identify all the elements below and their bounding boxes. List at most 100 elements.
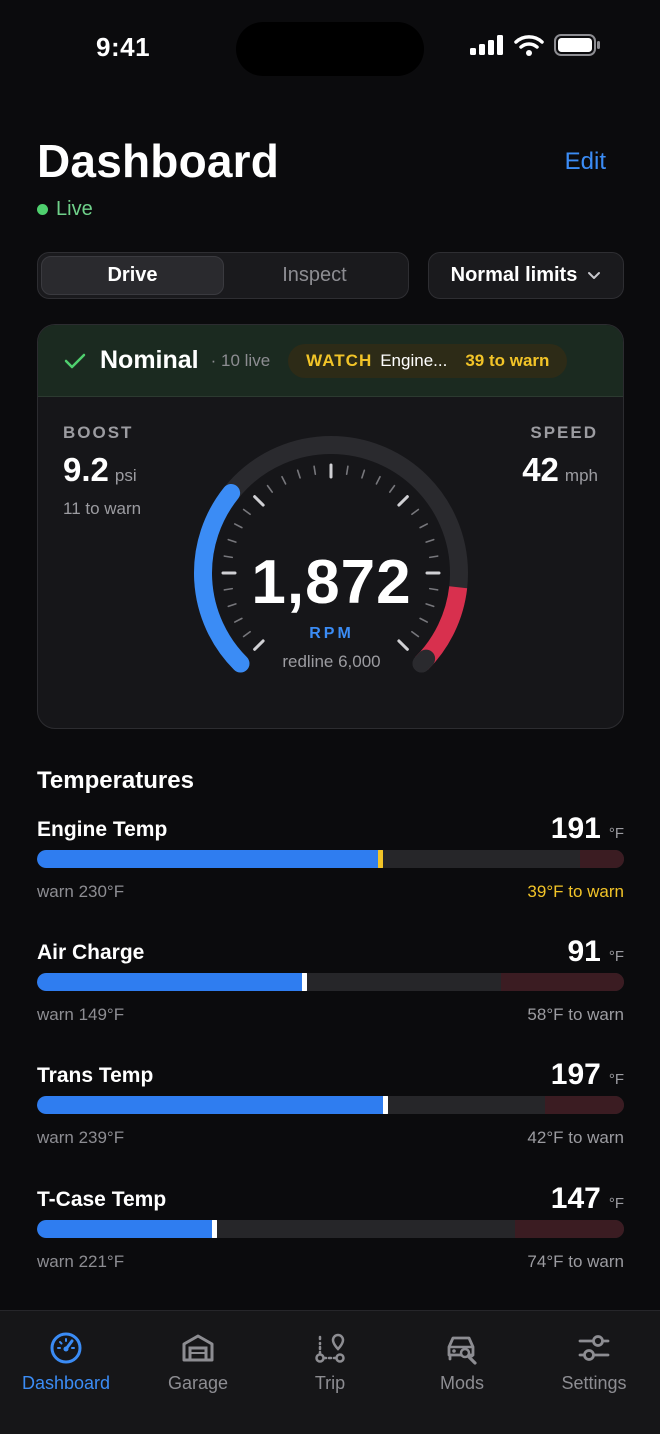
temp-value: 197 (550, 1058, 601, 1091)
temp-to-warn: 39°F to warn (527, 882, 624, 901)
gauge-major-tick (253, 495, 265, 507)
limits-dropdown-label: Normal limits (450, 264, 578, 286)
tab-garage[interactable]: Garage (132, 1311, 264, 1434)
status-summary-bar: Nominal · 10 live WATCH Engine... 39 to … (38, 325, 623, 397)
temp-to-warn: 42°F to warn (527, 1128, 624, 1147)
boost-readout: 9.2 psi (63, 451, 137, 489)
temp-bar-warn-zone (515, 1220, 624, 1238)
temp-unit: °F (608, 825, 624, 842)
temp-name: T-Case Temp (37, 1188, 167, 1211)
temp-readout: 191 °F (551, 812, 624, 846)
temp-bar-warn-zone (545, 1096, 624, 1114)
temp-bar (37, 1220, 624, 1238)
watch-tag: WATCH (306, 350, 373, 370)
rpm-label: RPM (309, 625, 354, 642)
temp-row-trans-temp[interactable]: Trans Temp 197 °F warn 239°F 42°F to warn (37, 1058, 624, 1158)
temp-unit: °F (608, 1195, 624, 1212)
gauge-minor-tick (388, 484, 396, 493)
tab-mods[interactable]: Mods (396, 1311, 528, 1434)
gauge-minor-tick (345, 465, 349, 476)
gauge-minor-tick (419, 617, 429, 623)
status-icons (470, 34, 600, 56)
car-wrench-icon (447, 1336, 477, 1365)
page-title: Dashboard (37, 135, 280, 187)
temp-bar (37, 973, 624, 991)
gauge-card: Nominal · 10 live WATCH Engine... 39 to … (37, 324, 624, 729)
mode-segmented-control: Drive Inspect (37, 252, 409, 299)
tab-dashboard[interactable]: Dashboard (0, 1311, 132, 1434)
temp-bar (37, 850, 624, 868)
temp-unit: °F (608, 948, 624, 965)
temp-readout: 91 °F (567, 935, 624, 969)
boost-label: BOOST (63, 423, 134, 442)
speed-unit: mph (564, 466, 598, 485)
live-indicator: Live (37, 198, 93, 221)
gauge-minor-tick (233, 617, 243, 623)
live-label: Live (56, 198, 93, 220)
gauge-minor-tick (313, 465, 317, 476)
limits-dropdown[interactable]: Normal limits (428, 252, 624, 299)
status-time: 9:41 (96, 32, 151, 62)
temp-unit: °F (608, 1071, 624, 1088)
gauge-minor-tick (411, 508, 420, 516)
temp-bar-fill (37, 1220, 214, 1238)
edit-button[interactable]: Edit (565, 148, 606, 176)
dynamic-island (236, 22, 424, 76)
temp-readout: 197 °F (551, 1058, 624, 1092)
tab-dashboard-label: Dashboard (21, 1373, 111, 1393)
segment-inspect[interactable]: Inspect (224, 256, 405, 295)
tab-settings-label: Settings (561, 1373, 627, 1393)
boost-unit: psi (114, 466, 137, 485)
garage-icon (182, 1334, 214, 1362)
segment-drive[interactable]: Drive (41, 256, 224, 295)
check-icon (64, 353, 86, 368)
tab-mods-label: Mods (439, 1373, 484, 1393)
temp-row-t-case-temp[interactable]: T-Case Temp 147 °F warn 221°F 74°F to warn (37, 1182, 624, 1282)
gauge-icon (50, 1332, 82, 1364)
watch-pill[interactable]: WATCH Engine... 39 to warn (288, 343, 568, 378)
temp-bar-fill (37, 850, 380, 868)
live-dot-icon (37, 204, 48, 215)
gauge-minor-tick (266, 484, 274, 493)
gauge-minor-tick (425, 538, 435, 543)
rpm-value: 1,872 (251, 548, 412, 617)
temp-readout: 147 °F (551, 1182, 624, 1216)
sliders-icon (578, 1335, 610, 1361)
temp-bar-marker (302, 973, 307, 991)
temp-to-warn: 58°F to warn (527, 1005, 624, 1024)
temp-bar-fill (37, 973, 304, 991)
temp-value: 91 (567, 935, 601, 968)
gauge-minor-tick (242, 508, 251, 516)
live-count: · 10 live (210, 350, 271, 370)
gauge-minor-tick (361, 469, 366, 479)
temp-to-warn: 74°F to warn (527, 1252, 624, 1271)
gauge-minor-tick (419, 523, 429, 529)
speed-value: 42 (522, 451, 559, 488)
temp-value: 191 (550, 812, 601, 845)
temp-warn-limit: warn 221°F (37, 1252, 125, 1271)
chevron-down-icon (588, 271, 601, 279)
temp-bar-warn-zone (501, 973, 624, 991)
temp-row-engine-temp[interactable]: Engine Temp 191 °F warn 230°F 39°F to warn (37, 812, 624, 912)
battery-icon (554, 34, 600, 56)
gauge-minor-tick (227, 538, 237, 543)
tab-trip[interactable]: Trip (264, 1311, 396, 1434)
tab-garage-label: Garage (167, 1373, 229, 1393)
tab-settings[interactable]: Settings (528, 1311, 660, 1434)
watch-warn: 39 to warn (465, 350, 550, 370)
temp-bar-fill (37, 1096, 385, 1114)
temp-name: Air Charge (37, 941, 145, 964)
temp-bar-marker (383, 1096, 388, 1114)
temp-bar-marker (378, 850, 383, 868)
temperatures-title: Temperatures (37, 767, 194, 794)
temp-bar-marker (212, 1220, 217, 1238)
signal-icon (470, 35, 503, 55)
temp-bar-warn-zone (580, 850, 624, 868)
rpm-redline: redline 6,000 (282, 652, 381, 671)
temp-row-air-charge[interactable]: Air Charge 91 °F warn 149°F 58°F to warn (37, 935, 624, 1035)
temp-value: 147 (550, 1182, 601, 1215)
tab-trip-label: Trip (314, 1373, 346, 1393)
gauge-major-tick (397, 495, 409, 507)
temp-warn-limit: warn 239°F (37, 1128, 125, 1147)
gauge-minor-tick (281, 475, 287, 485)
